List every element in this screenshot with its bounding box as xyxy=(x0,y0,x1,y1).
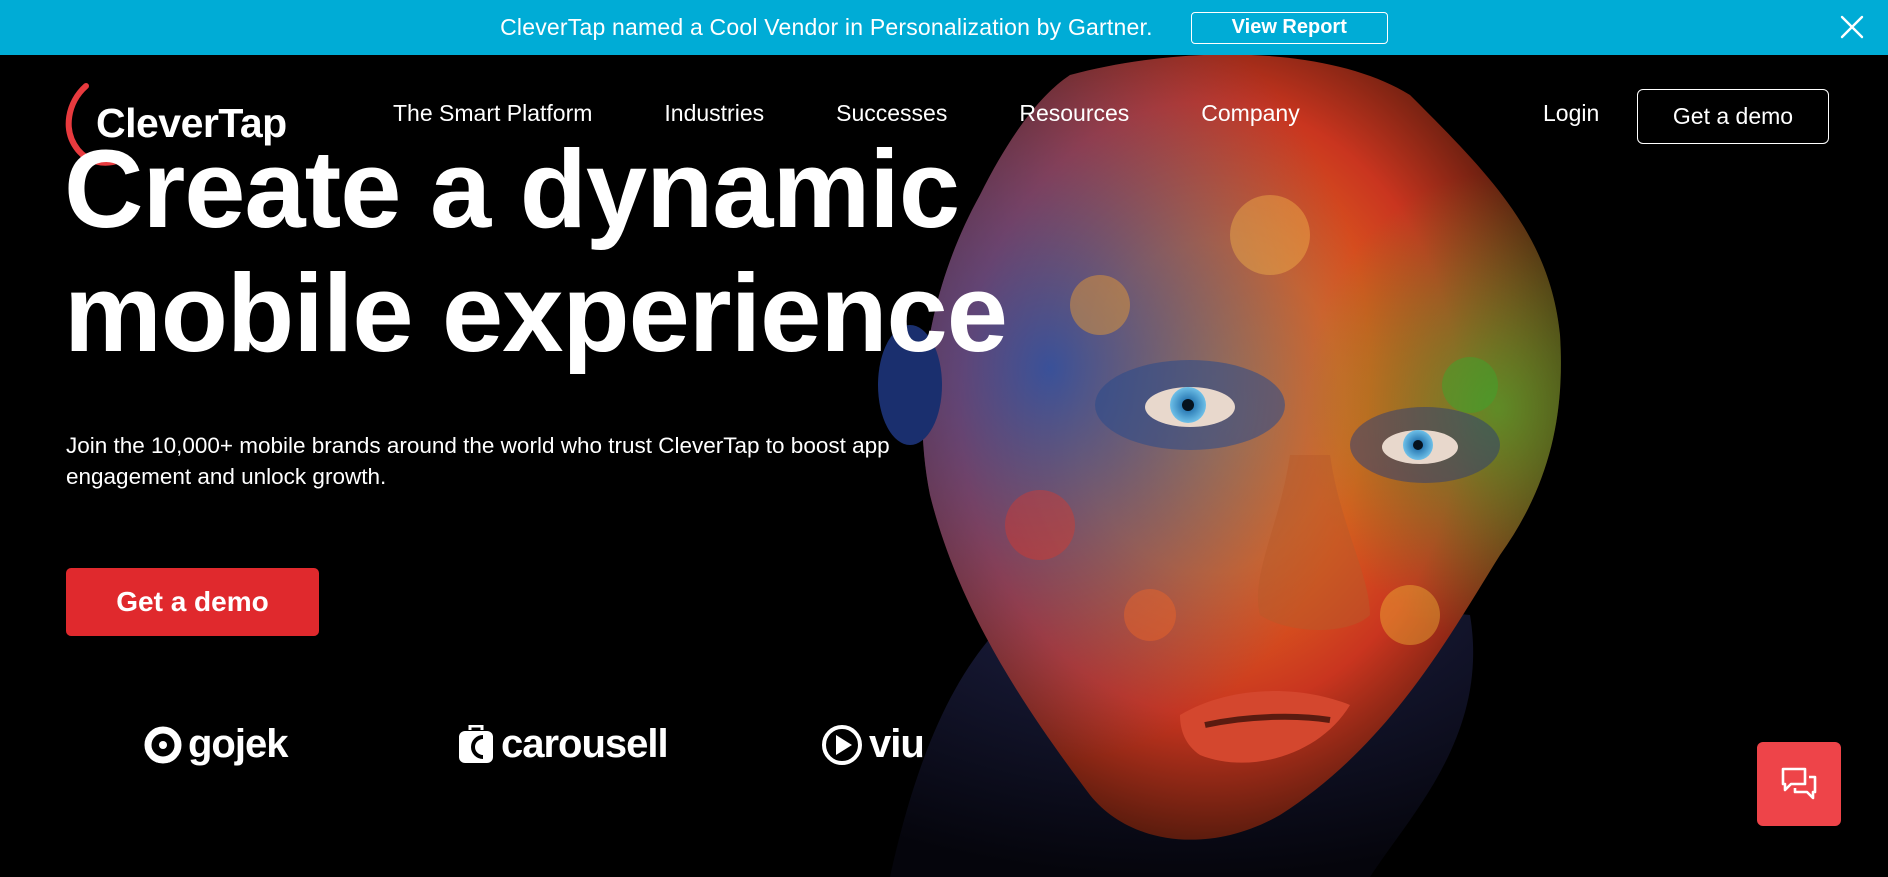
headline-line-2: mobile experience xyxy=(64,252,1008,375)
nav-item-successes[interactable]: Successes xyxy=(836,100,947,127)
headline-line-1: Create a dynamic xyxy=(64,128,960,251)
brand-logo-viu: viu xyxy=(821,722,925,767)
nav-item-smart-platform[interactable]: The Smart Platform xyxy=(393,100,592,127)
login-link[interactable]: Login xyxy=(1543,100,1599,127)
brand-name-viu: viu xyxy=(869,722,925,766)
carousell-logo-icon xyxy=(459,724,493,763)
hero-headline: Create a dynamic mobile experience xyxy=(64,128,1044,376)
gojek-logo-icon xyxy=(144,726,182,763)
nav-item-industries[interactable]: Industries xyxy=(664,100,764,127)
brand-logo-gojek: gojek xyxy=(144,722,288,767)
brand-name-gojek: gojek xyxy=(188,722,288,766)
announcement-text: CleverTap named a Cool Vendor in Persona… xyxy=(500,14,1153,40)
viu-play-icon xyxy=(822,724,862,765)
main-nav: The Smart Platform Industries Successes … xyxy=(393,100,1300,127)
header-get-demo-button[interactable]: Get a demo xyxy=(1637,89,1829,144)
brand-name-carousell: carousell xyxy=(501,722,669,766)
view-report-button[interactable]: View Report xyxy=(1190,11,1388,44)
chat-bubbles-icon xyxy=(1781,767,1817,800)
nav-item-resources[interactable]: Resources xyxy=(1019,100,1129,127)
nav-item-company[interactable]: Company xyxy=(1201,100,1299,127)
announcement-bar: CleverTap named a Cool Vendor in Persona… xyxy=(0,0,1888,55)
close-icon[interactable] xyxy=(1838,13,1866,41)
hero-subheading: Join the 10,000+ mobile brands around th… xyxy=(66,433,890,489)
hero-get-demo-button[interactable]: Get a demo xyxy=(66,568,319,636)
brand-logo-carousell: carousell xyxy=(457,722,669,767)
chat-widget-button[interactable] xyxy=(1757,742,1841,826)
